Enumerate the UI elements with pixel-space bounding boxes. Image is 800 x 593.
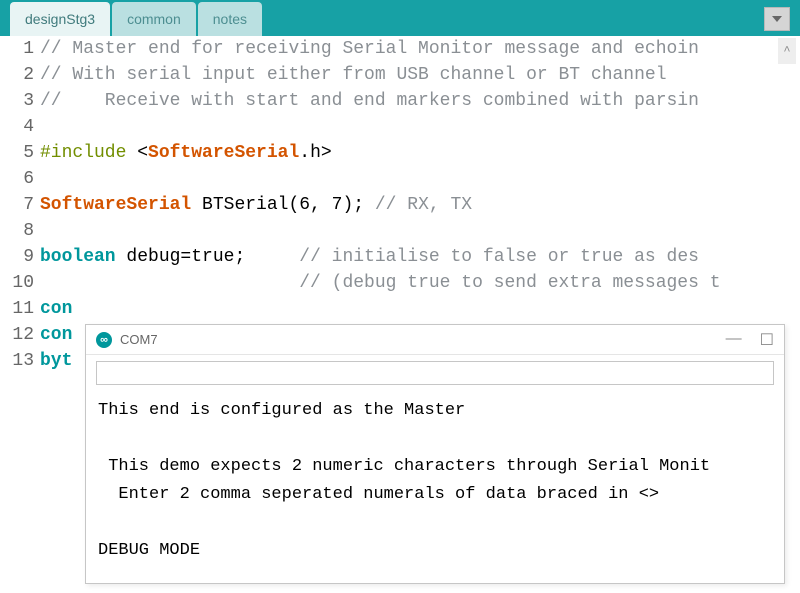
tab-menu-dropdown[interactable] bbox=[764, 7, 790, 31]
line-number: 9 bbox=[0, 244, 34, 270]
line-number: 6 bbox=[0, 166, 34, 192]
minimize-button[interactable]: — bbox=[726, 330, 742, 350]
code-line[interactable]: // Master end for receiving Serial Monit… bbox=[40, 36, 800, 62]
line-number: 3 bbox=[0, 88, 34, 114]
serial-input[interactable] bbox=[96, 361, 774, 385]
code-line[interactable]: // With serial input either from USB cha… bbox=[40, 62, 800, 88]
line-number: 12 bbox=[0, 322, 34, 348]
code-line[interactable] bbox=[40, 218, 800, 244]
arduino-icon: ∞ bbox=[96, 332, 112, 348]
maximize-button[interactable]: ☐ bbox=[760, 330, 774, 350]
line-number: 11 bbox=[0, 296, 34, 322]
line-number: 1 bbox=[0, 36, 34, 62]
serial-title: COM7 bbox=[120, 332, 158, 347]
scroll-up-button[interactable]: ^ bbox=[778, 38, 796, 64]
code-line[interactable]: // (debug true to send extra messages t bbox=[40, 270, 800, 296]
line-number: 7 bbox=[0, 192, 34, 218]
line-number: 8 bbox=[0, 218, 34, 244]
line-number: 13 bbox=[0, 348, 34, 374]
code-line[interactable]: #include <SoftwareSerial.h> bbox=[40, 140, 800, 166]
line-number: 4 bbox=[0, 114, 34, 140]
line-number: 10 bbox=[0, 270, 34, 296]
code-line[interactable]: boolean debug=true; // initialise to fal… bbox=[40, 244, 800, 270]
serial-monitor-window: ∞ COM7 — ☐ This end is configured as the… bbox=[85, 324, 785, 584]
tab-common[interactable]: common bbox=[112, 2, 196, 36]
code-line[interactable]: SoftwareSerial BTSerial(6, 7); // RX, TX bbox=[40, 192, 800, 218]
code-line[interactable] bbox=[40, 166, 800, 192]
tab-designstg3[interactable]: designStg3 bbox=[10, 2, 110, 36]
line-number: 2 bbox=[0, 62, 34, 88]
tab-notes[interactable]: notes bbox=[198, 2, 262, 36]
code-line[interactable]: // Receive with start and end markers co… bbox=[40, 88, 800, 114]
code-line[interactable] bbox=[40, 114, 800, 140]
line-number: 5 bbox=[0, 140, 34, 166]
tab-bar: designStg3 common notes bbox=[0, 0, 800, 36]
serial-output: This end is configured as the Master Thi… bbox=[86, 391, 784, 571]
line-number-gutter: 12345678910111213 bbox=[0, 36, 40, 593]
serial-titlebar[interactable]: ∞ COM7 — ☐ bbox=[86, 325, 784, 355]
chevron-down-icon bbox=[772, 16, 782, 22]
code-line[interactable]: con bbox=[40, 296, 800, 322]
